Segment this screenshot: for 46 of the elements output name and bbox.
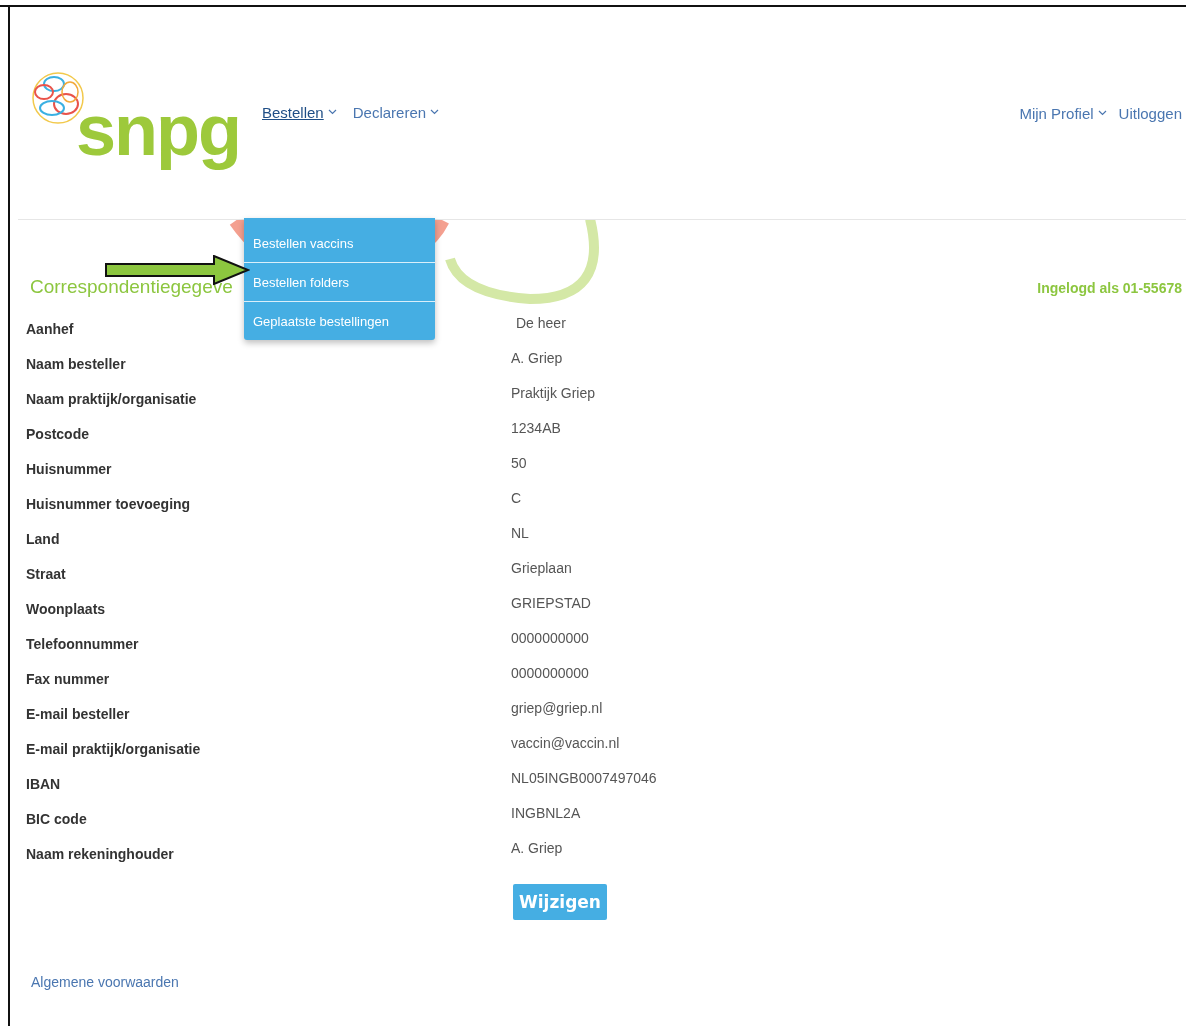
logged-in-text: Ingelogd als 01-55678 [1037, 280, 1182, 296]
nav-menu[interactable]: Bestellen [262, 103, 337, 121]
chevron-down-icon [327, 109, 337, 115]
field-value: GRIEPSTAD [511, 594, 592, 613]
field-value: 0000000000 [511, 664, 590, 683]
field-value: A. Griep [511, 349, 564, 368]
field-value: NL05INGB0007497046 [511, 769, 658, 788]
terms-link[interactable]: Algemene voorwaarden [31, 974, 1186, 990]
field-value: De heer [516, 314, 567, 333]
field-label: E-mail praktijk/organisatie [26, 740, 201, 759]
field-label: Aanhef [26, 320, 74, 339]
logo-text: snpg [76, 89, 240, 172]
chevron-down-icon [430, 109, 440, 115]
chevron-down-icon [1097, 110, 1107, 116]
field-label: Fax nummer [26, 670, 110, 689]
nav-menu[interactable]: Declareren [352, 103, 440, 121]
field-value: Praktijk Griep [511, 384, 597, 403]
section-heading: Correspondentiegegeve [30, 276, 233, 298]
field-label: Huisnummer toevoeging [26, 495, 191, 514]
field-value: griep@griep.nl [511, 699, 604, 718]
field-label: Straat [26, 565, 66, 584]
menu-item[interactable]: Geplaatste bestellingen [244, 301, 435, 340]
nav-link[interactable]: Uitloggen [1118, 104, 1182, 122]
menu-item[interactable]: Bestellen vaccins [244, 224, 435, 262]
field-label: BIC code [26, 810, 87, 829]
field-label: Naam besteller [26, 355, 126, 374]
field-label: Huisnummer [26, 460, 112, 479]
field-value: INGBNL2A [511, 804, 582, 823]
field-label: Telefoonnummer [26, 635, 139, 654]
field-value: NL [511, 524, 530, 543]
field-value: 50 [511, 454, 528, 473]
field-value: vaccin@vaccin.nl [511, 734, 621, 753]
field-value: C [511, 489, 523, 508]
field-value: 0000000000 [511, 629, 590, 648]
field-value: 1234AB [511, 419, 562, 438]
field-label: E-mail besteller [26, 705, 130, 724]
edit-button[interactable]: Wijzigen [513, 884, 607, 920]
field-label: Land [26, 530, 60, 549]
field-label: IBAN [26, 775, 61, 794]
field-label: Postcode [26, 425, 89, 444]
field-label: Naam praktijk/organisatie [26, 390, 197, 409]
field-label: Woonplaats [26, 600, 106, 619]
field-label: Naam rekeninghouder [26, 845, 174, 864]
nav-menu[interactable]: Mijn Profiel [1019, 104, 1107, 122]
field-value: Grieplaan [511, 559, 573, 578]
field-value: A. Griep [511, 839, 564, 858]
